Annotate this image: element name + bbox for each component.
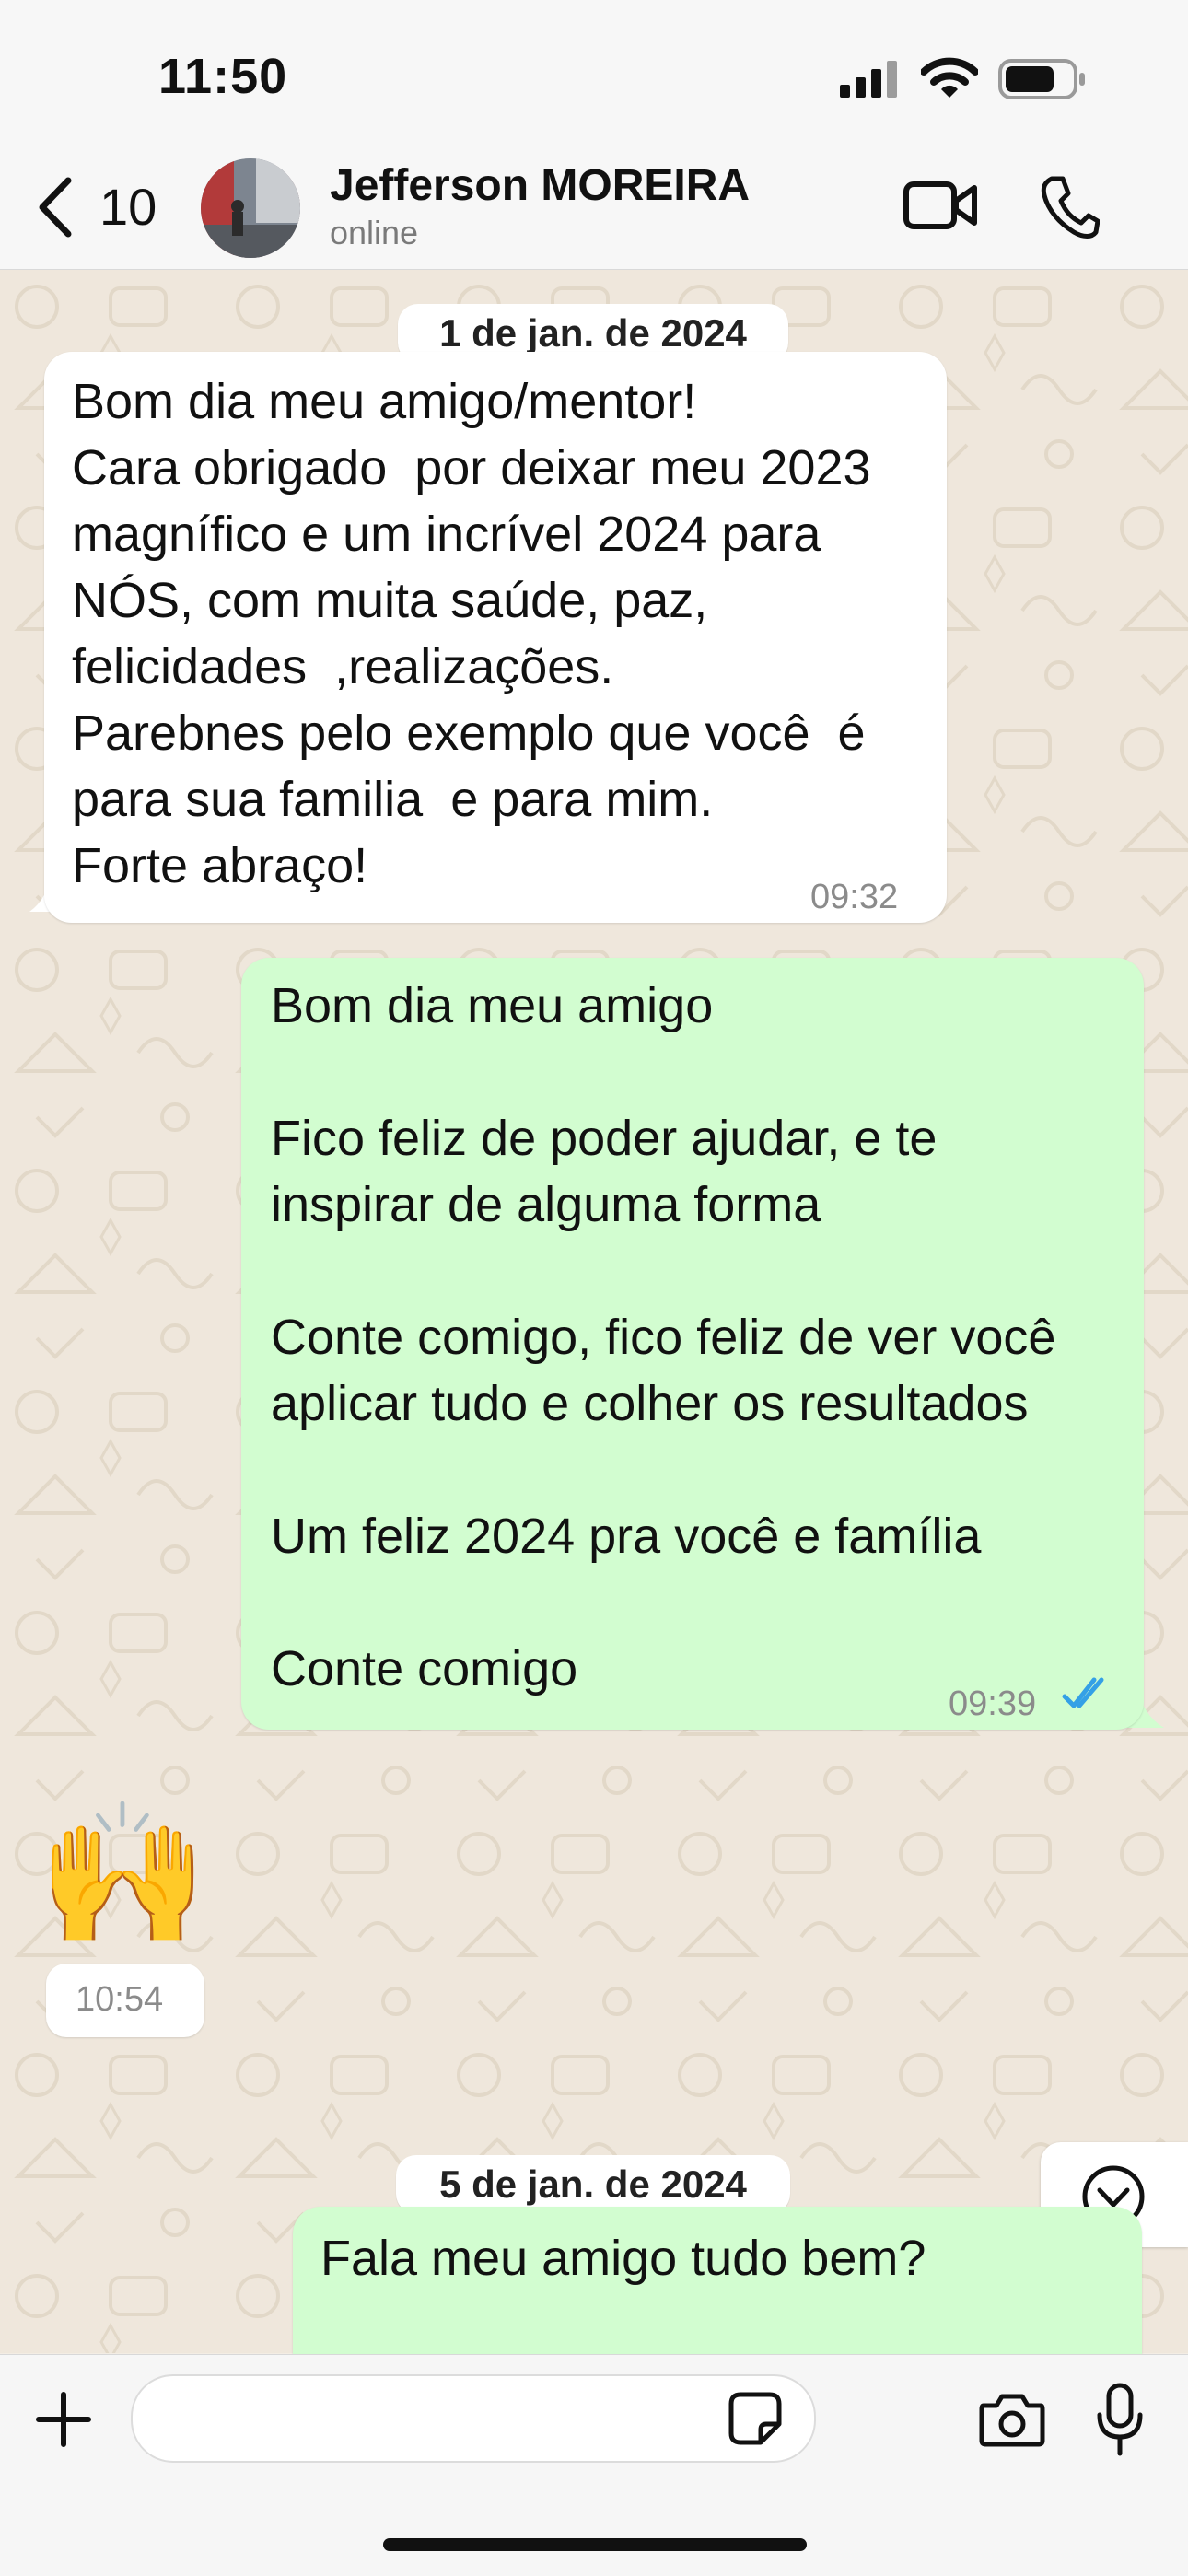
contact-status: online xyxy=(330,214,419,251)
message-input[interactable] xyxy=(131,2374,816,2463)
signal-icon xyxy=(840,61,897,98)
back-unread-count[interactable]: 10 xyxy=(99,177,157,237)
message-time: 09:39 xyxy=(949,1684,1037,1723)
battery-icon xyxy=(998,59,1085,99)
message-text: Fala meu amigo tudo bem? xyxy=(320,2231,926,2286)
message-time: 10:54 xyxy=(76,1980,164,2019)
outgoing-message[interactable]: Bom dia meu amigo Fico feliz de poder aj… xyxy=(241,958,1171,1730)
message-text: Bom dia meu amigo Fico feliz de poder aj… xyxy=(271,978,1056,1696)
read-receipt-icon xyxy=(1062,1677,1104,1708)
chat-header xyxy=(0,0,1188,270)
incoming-message[interactable]: Bom dia meu amigo/mentor! Cara obrigado … xyxy=(24,352,947,923)
message-time: 09:32 xyxy=(810,878,899,916)
video-call-icon[interactable] xyxy=(903,179,978,234)
chevron-left-icon[interactable] xyxy=(31,175,77,239)
emoji-time-pill: 10:54 xyxy=(46,1964,204,2037)
plus-icon[interactable] xyxy=(35,2391,92,2448)
sticker-icon[interactable] xyxy=(728,2391,783,2446)
message-bubble: Bom dia meu amigo Fico feliz de poder aj… xyxy=(241,958,1144,1730)
message-bubble: Bom dia meu amigo/mentor! Cara obrigado … xyxy=(44,352,947,923)
avatar-photo xyxy=(201,158,300,258)
message-text: Bom dia meu amigo/mentor! Cara obrigado … xyxy=(72,374,871,893)
camera-icon[interactable] xyxy=(978,2389,1046,2448)
status-time: 11:50 xyxy=(158,49,288,104)
home-indicator xyxy=(383,2538,807,2551)
contact-name[interactable]: Jefferson MOREIRA xyxy=(330,160,750,211)
date-separator: 5 de jan. de 2024 xyxy=(396,2155,790,2214)
microphone-icon[interactable] xyxy=(1096,2382,1144,2457)
avatar[interactable] xyxy=(201,158,300,258)
phone-icon[interactable] xyxy=(1039,175,1100,239)
wifi-icon xyxy=(921,57,978,98)
incoming-emoji-message[interactable]: 🙌 xyxy=(37,1790,221,1956)
raising-hands-emoji: 🙌 xyxy=(37,1796,209,1951)
